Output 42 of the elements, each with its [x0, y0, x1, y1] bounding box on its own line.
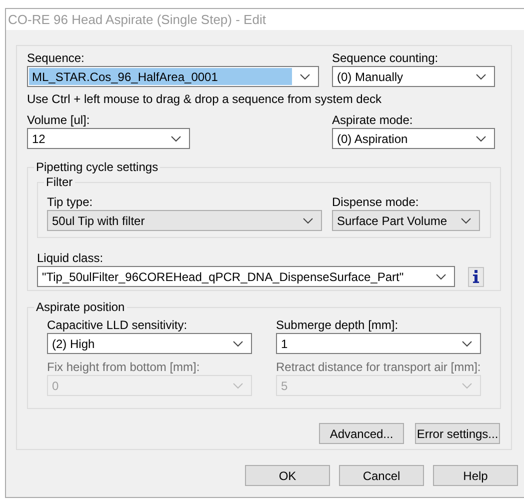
group-title: Aspirate position — [34, 300, 127, 315]
caret-icon — [233, 340, 243, 346]
caret-icon — [476, 74, 486, 80]
field-label: Volume [ul]: — [27, 113, 91, 128]
field-label: Retract distance for transport air [mm]: — [276, 360, 481, 375]
caret-icon — [233, 382, 243, 388]
field-label: Capacitive LLD sensitivity: — [47, 318, 188, 333]
dropdown-field[interactable]: (2) High — [47, 333, 252, 354]
dialog-button[interactable]: Cancel — [339, 465, 424, 486]
caret-icon — [461, 218, 471, 224]
caret-icon — [171, 136, 181, 142]
field-label: Fix height from bottom [mm]: — [47, 360, 201, 375]
caret-icon — [462, 340, 472, 346]
caret-icon — [476, 136, 486, 142]
caret-icon — [436, 274, 446, 280]
dialog-button[interactable]: Error settings... — [415, 423, 500, 444]
dropdown-field[interactable]: 12 — [27, 128, 190, 149]
dropdown-field[interactable]: "Tip_50ulFilter_96COREHead_qPCR_DNA_DispenseSurface_Part" — [37, 266, 455, 287]
dialog-button[interactable]: OK — [245, 465, 330, 486]
dropdown-field[interactable]: ML_STAR.Cos_96_HalfArea_0001 — [27, 66, 319, 87]
field-label: Liquid class: — [37, 251, 104, 266]
dropdown-field[interactable]: (0) Manually — [332, 66, 495, 87]
dropdown-field[interactable]: Surface Part Volume — [332, 210, 480, 231]
field-label: Aspirate mode: — [332, 113, 414, 128]
caret-icon — [303, 218, 313, 224]
field-label: Sequence counting: — [332, 51, 440, 66]
dropdown-field[interactable]: (0) Aspiration — [332, 128, 495, 149]
window-title: CO-RE 96 Head Aspirate (Single Step) - Edit — [6, 9, 524, 30]
dropdown-field[interactable]: 50ul Tip with filter — [47, 210, 322, 231]
caret-icon — [462, 382, 472, 388]
dialog-button[interactable]: Help — [433, 465, 518, 486]
field-label: Dispense mode: — [332, 195, 420, 210]
field-label: Tip type: — [47, 195, 94, 210]
info-button[interactable] — [468, 266, 484, 286]
caret-icon — [300, 74, 310, 80]
dropdown-field[interactable]: 1 — [276, 333, 481, 354]
hint-text: Use Ctrl + left mouse to drag & drop a sequence from system deck — [27, 92, 382, 107]
dialog-button[interactable]: Advanced... — [319, 423, 404, 444]
group-title: Pipetting cycle settings — [34, 160, 160, 175]
field-label: Submerge depth [mm]: — [276, 318, 400, 333]
field-label: Sequence: — [27, 51, 86, 66]
info-icon — [473, 270, 479, 283]
